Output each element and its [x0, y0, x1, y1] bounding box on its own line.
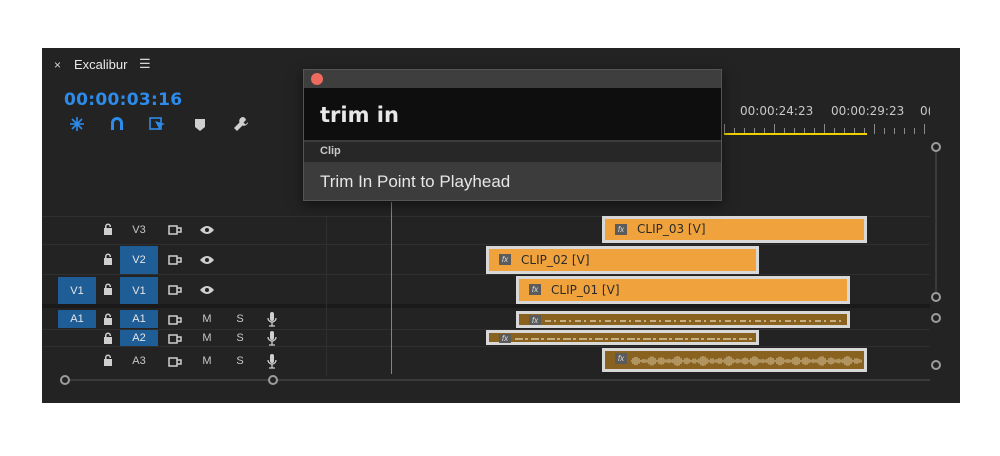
clip-label: CLIP_02 [V]: [521, 253, 590, 267]
track-divider: [42, 274, 930, 275]
scroll-track-video: [935, 146, 937, 296]
mute-button[interactable]: M: [197, 311, 217, 327]
wrench-settings-icon[interactable]: [232, 115, 250, 133]
track-target-v2[interactable]: V2: [120, 246, 158, 274]
lock-icon[interactable]: [102, 312, 114, 326]
track-divider: [42, 244, 930, 245]
header-column-divider: [326, 216, 327, 376]
video-clip-03[interactable]: fx CLIP_03 [V]: [602, 216, 867, 243]
snap-magnet-icon[interactable]: [109, 116, 125, 132]
video-clip-01[interactable]: fx CLIP_01 [V]: [516, 276, 850, 304]
eye-icon[interactable]: [199, 254, 215, 266]
ruler-label: 00:00:24:23: [740, 104, 814, 118]
sync-lock-icon[interactable]: [168, 254, 182, 266]
audio-scroll-handle-top[interactable]: [931, 313, 941, 323]
track-target-a3[interactable]: A3: [120, 352, 158, 370]
fx-badge: fx: [529, 315, 541, 325]
microphone-icon[interactable]: [266, 329, 278, 347]
ruler-label: 0(: [920, 104, 930, 118]
clip-label: CLIP_03 [V]: [637, 222, 706, 236]
eye-icon[interactable]: [199, 284, 215, 296]
track-target-v1[interactable]: V1: [120, 277, 158, 304]
nest-icon[interactable]: [68, 115, 86, 133]
vertical-scroll-handle-bottom[interactable]: [931, 292, 941, 302]
audio-clip-a1[interactable]: fx: [516, 311, 850, 328]
ruler-tick: [914, 128, 915, 134]
lock-icon[interactable]: [102, 282, 114, 296]
mute-button[interactable]: M: [197, 353, 217, 369]
dialog-titlebar: [304, 70, 721, 88]
video-audio-divider: [42, 304, 930, 308]
horizontal-scroll-handle-left[interactable]: [60, 375, 70, 385]
clip-label: CLIP_01 [V]: [551, 283, 620, 297]
solo-button[interactable]: S: [230, 353, 250, 369]
close-dialog-icon[interactable]: [311, 73, 323, 85]
section-label: Clip: [320, 145, 341, 157]
sync-lock-icon[interactable]: [168, 333, 182, 345]
lock-icon[interactable]: [102, 252, 114, 266]
search-query: trim in: [320, 103, 399, 127]
sync-lock-icon[interactable]: [168, 356, 182, 368]
fx-badge: fx: [499, 254, 511, 265]
horizontal-scroll-track[interactable]: [62, 379, 930, 381]
lock-icon[interactable]: [102, 331, 114, 345]
lock-icon[interactable]: [102, 222, 114, 236]
solo-button[interactable]: S: [230, 330, 250, 346]
ruler-tick: [924, 124, 925, 134]
track-divider: [42, 346, 930, 347]
audio-waveform: [515, 338, 755, 340]
search-field[interactable]: trim in: [304, 88, 721, 140]
sync-lock-icon[interactable]: [168, 284, 182, 296]
command-search-dialog: trim in Clip Trim In Point to Playhead: [303, 69, 722, 201]
track-target-a2[interactable]: A2: [120, 330, 158, 346]
playhead-line[interactable]: [391, 202, 392, 374]
panel-menu-icon[interactable]: ☰: [139, 56, 151, 72]
track-target-v3[interactable]: V3: [120, 220, 158, 240]
sequence-tab[interactable]: Excalibur: [74, 57, 127, 72]
close-tab-icon[interactable]: ×: [54, 58, 61, 72]
fx-badge: fx: [615, 224, 627, 235]
source-patch-a1[interactable]: A1: [58, 310, 96, 328]
audio-clip-a2[interactable]: fx: [486, 330, 759, 345]
track-target-a1[interactable]: A1: [120, 310, 158, 328]
fx-badge: fx: [529, 284, 541, 295]
ruler-label: 00:00:29:23: [831, 104, 905, 118]
eye-icon[interactable]: [199, 224, 215, 236]
ruler-tick: [884, 128, 885, 134]
audio-waveform: [545, 320, 845, 322]
lock-icon[interactable]: [102, 353, 114, 367]
ruler-tick: [894, 128, 895, 134]
mute-button[interactable]: M: [197, 330, 217, 346]
audio-waveform: [631, 356, 862, 366]
solo-button[interactable]: S: [230, 311, 250, 327]
video-clip-02[interactable]: fx CLIP_02 [V]: [486, 246, 759, 274]
microphone-icon[interactable]: [266, 310, 278, 328]
microphone-icon[interactable]: [266, 352, 278, 370]
vertical-scroll-handle-top[interactable]: [931, 142, 941, 152]
audio-clip-a3[interactable]: fx: [602, 348, 867, 372]
playhead-timecode[interactable]: 00:00:03:16: [64, 90, 182, 110]
work-area-bar[interactable]: [724, 133, 867, 135]
ruler-tick: [904, 128, 905, 134]
horizontal-scroll-handle-right[interactable]: [268, 375, 278, 385]
ruler-tick: [874, 124, 875, 134]
result-label: Trim In Point to Playhead: [320, 172, 511, 191]
audio-scroll-handle-bottom[interactable]: [931, 360, 941, 370]
sync-lock-icon[interactable]: [168, 314, 182, 326]
source-patch-v1[interactable]: V1: [58, 277, 96, 304]
add-marker-icon[interactable]: [194, 118, 206, 132]
fx-badge: fx: [499, 334, 511, 343]
result-item[interactable]: Trim In Point to Playhead: [304, 163, 721, 200]
sync-lock-icon[interactable]: [168, 224, 182, 236]
section-header: Clip: [304, 142, 721, 162]
fx-badge: fx: [615, 353, 627, 364]
linked-selection-icon[interactable]: [149, 115, 167, 133]
